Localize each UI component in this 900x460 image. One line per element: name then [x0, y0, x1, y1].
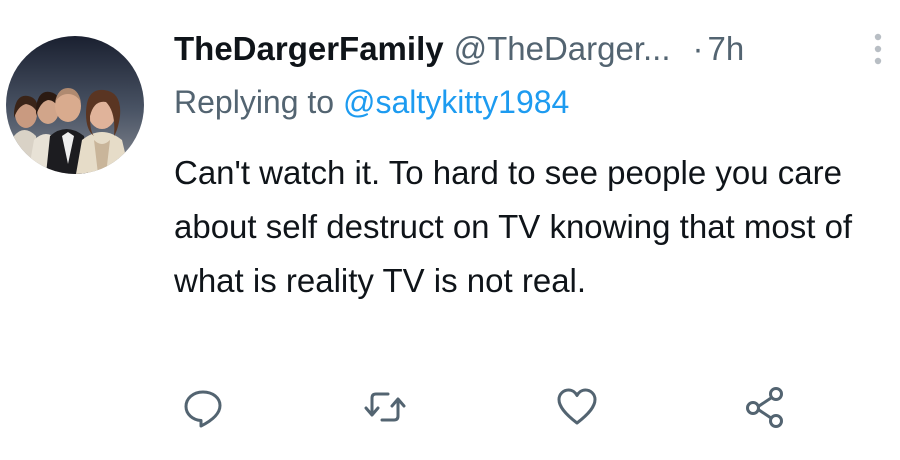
replying-to-label: Replying to — [174, 84, 335, 120]
more-options-icon[interactable] — [868, 30, 888, 68]
user-handle[interactable]: @TheDarger... — [454, 30, 671, 68]
display-name[interactable]: TheDargerFamily — [174, 30, 444, 68]
tweet-text: Can't watch it. To hard to see people yo… — [174, 154, 853, 299]
tweet: TheDargerFamily @TheDarger... · 7h Reply… — [0, 0, 900, 460]
timestamp[interactable]: 7h — [708, 30, 745, 68]
replying-to-line: Replying to @saltykitty1984 — [174, 84, 569, 121]
tweet-header: TheDargerFamily @TheDarger... · 7h — [174, 26, 892, 72]
mention-link[interactable]: @saltykitty1984 — [343, 84, 569, 120]
reply-icon[interactable] — [180, 384, 226, 430]
avatar[interactable] — [6, 36, 144, 174]
separator-dot: · — [692, 30, 704, 67]
like-icon[interactable] — [554, 384, 600, 430]
action-bar — [176, 384, 796, 430]
share-icon[interactable] — [742, 384, 788, 430]
retweet-icon[interactable] — [362, 384, 408, 430]
